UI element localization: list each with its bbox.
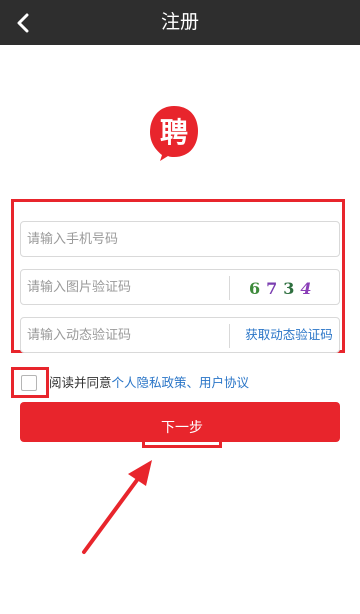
agreement-text: 阅读并同意个人隐私政策、用户协议 <box>49 374 249 392</box>
captcha-image[interactable]: 6 7 3 4 <box>235 273 335 303</box>
captcha-digit: 3 <box>283 278 295 298</box>
top-navigation-bar: 注册 <box>0 0 360 45</box>
field-divider <box>229 276 230 300</box>
phone-field[interactable] <box>20 221 340 257</box>
annotation-arrow <box>82 460 152 554</box>
next-step-label: 下一步 <box>161 419 203 436</box>
image-code-field[interactable]: 6 7 3 4 <box>20 269 340 305</box>
agreement-separator: 、 <box>186 375 200 390</box>
agreement-prefix: 阅读并同意 <box>49 375 112 390</box>
captcha-digit: 7 <box>266 278 278 298</box>
next-label-highlight-frame: 下一步 <box>142 405 222 448</box>
get-sms-code-button[interactable]: 获取动态验证码 <box>239 318 339 352</box>
page-title: 注册 <box>160 11 199 33</box>
privacy-policy-link[interactable]: 个人隐私政策 <box>112 375 187 390</box>
phone-input[interactable] <box>21 223 197 255</box>
captcha-digit: 4 <box>300 278 312 298</box>
sms-code-field[interactable]: 获取动态验证码 <box>20 317 340 353</box>
image-code-input[interactable] <box>21 271 223 303</box>
agreement-checkbox[interactable] <box>21 375 37 391</box>
logo-text: 聘 <box>160 116 188 149</box>
sms-code-input[interactable] <box>21 319 223 351</box>
field-divider <box>229 324 230 348</box>
captcha-digit: 6 <box>249 278 261 298</box>
app-logo: 聘 <box>146 103 202 163</box>
user-agreement-link[interactable]: 用户协议 <box>199 375 249 390</box>
